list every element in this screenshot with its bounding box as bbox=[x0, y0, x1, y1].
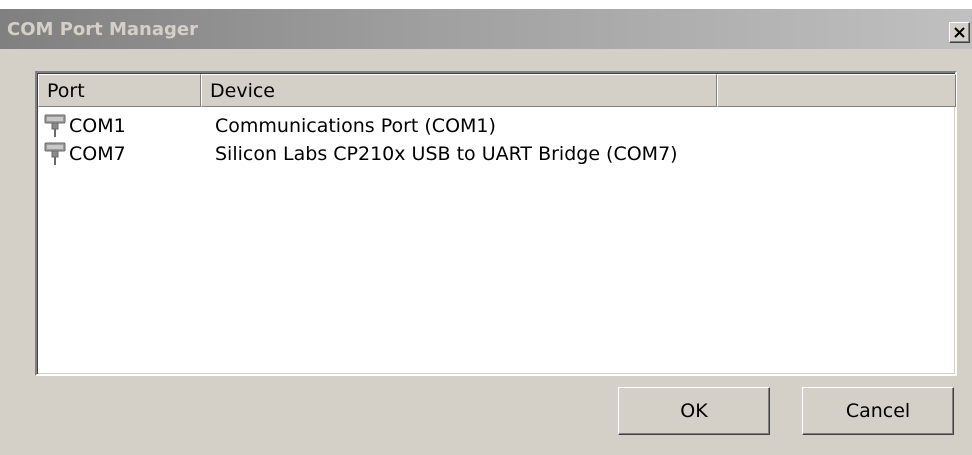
list-header: Port Device bbox=[38, 74, 956, 107]
column-header-port-label: Port bbox=[47, 80, 85, 102]
com-port-manager-dialog: COM Port Manager Port Device COM1 Commun… bbox=[0, 9, 972, 455]
column-header-empty[interactable] bbox=[717, 74, 956, 107]
serial-port-icon bbox=[44, 114, 66, 137]
serial-port-icon bbox=[44, 142, 66, 165]
ok-button[interactable]: OK bbox=[618, 387, 770, 435]
device-name: Communications Port (COM1) bbox=[215, 115, 496, 137]
column-header-port[interactable]: Port bbox=[38, 74, 201, 107]
title-bar[interactable]: COM Port Manager bbox=[0, 9, 972, 49]
port-list[interactable]: Port Device COM1 Communications Port (CO… bbox=[35, 71, 957, 376]
close-icon bbox=[954, 27, 965, 38]
list-item[interactable]: COM1 Communications Port (COM1) bbox=[38, 113, 956, 141]
cancel-button[interactable]: Cancel bbox=[802, 387, 954, 435]
port-name: COM1 bbox=[69, 115, 126, 137]
port-name: COM7 bbox=[69, 143, 126, 165]
device-name: Silicon Labs CP210x USB to UART Bridge (… bbox=[215, 143, 678, 165]
close-button[interactable] bbox=[949, 22, 970, 43]
column-header-device-label: Device bbox=[210, 80, 275, 102]
list-item[interactable]: COM7 Silicon Labs CP210x USB to UART Bri… bbox=[38, 141, 956, 169]
column-header-device[interactable]: Device bbox=[201, 74, 717, 107]
window-title: COM Port Manager bbox=[7, 19, 198, 40]
